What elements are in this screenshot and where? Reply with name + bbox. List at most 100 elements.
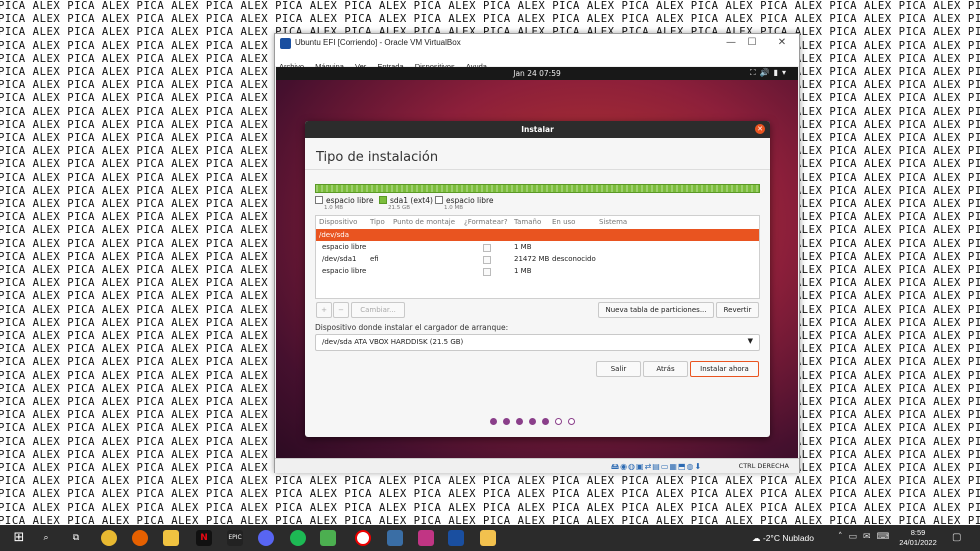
- table-row[interactable]: /dev/sda: [316, 229, 759, 241]
- col-en-uso[interactable]: En uso: [552, 218, 575, 226]
- format-checkbox[interactable]: [483, 256, 491, 264]
- col-formatear[interactable]: ¿Formatear?: [464, 218, 508, 226]
- guest-clock[interactable]: Jan 24 07:59: [276, 69, 798, 78]
- legend-swatch: [315, 196, 323, 204]
- row-used: desconocido: [552, 255, 596, 263]
- virtualbox-titlebar[interactable]: Ubuntu EFI [Corriendo] - Oracle VM Virtu…: [275, 34, 799, 54]
- weather-widget[interactable]: ☁ -2°C Nublado: [752, 533, 814, 544]
- virtualbox-app-icon: [280, 38, 291, 49]
- new-partition-table-button[interactable]: Nueva tabla de particiones...: [598, 302, 714, 318]
- notification-icon[interactable]: ▢: [952, 532, 961, 543]
- legend-swatch: [435, 196, 443, 204]
- task-view-icon[interactable]: ⧉: [68, 530, 84, 546]
- page-title: Tipo de instalación: [316, 150, 439, 165]
- app-icon[interactable]: [387, 530, 403, 546]
- row-size: 1 MB: [514, 267, 532, 275]
- windows-start-icon[interactable]: ⊞: [11, 530, 27, 546]
- cloud-icon: ☁: [752, 533, 763, 543]
- host-key-label: CTRL DERECHA: [738, 462, 789, 470]
- row-type: efi: [370, 255, 379, 263]
- legend-label: espacio libre: [326, 196, 374, 205]
- partition-bar: [315, 184, 760, 193]
- progress-dot: [490, 418, 497, 425]
- guest-screen[interactable]: Jan 24 07:59 ⛶🔊▮▾ Instalar ✕ Tipo de ins…: [276, 67, 798, 458]
- guest-system-tray[interactable]: ⛶🔊▮▾: [750, 68, 790, 78]
- chevron-down-icon: ▼: [747, 337, 753, 345]
- device-status-icons[interactable]: 🖴◉◍▣⇄▤▭▦⬒◍⬇: [611, 461, 702, 475]
- taskbar-time: 8:59: [910, 528, 926, 537]
- close-icon[interactable]: ✕: [755, 124, 765, 134]
- installer-dialog: Instalar ✕ Tipo de instalación espacio l…: [305, 121, 770, 437]
- col-tamano[interactable]: Tamaño: [514, 218, 541, 226]
- virtualbox-statusbar: 🖴◉◍▣⇄▤▭▦⬒◍⬇ CTRL DERECHA: [275, 458, 799, 473]
- taskbar-date: 24/01/2022: [899, 538, 937, 547]
- virtualbox-taskbar-icon[interactable]: [448, 530, 464, 546]
- install-now-button[interactable]: Instalar ahora: [690, 361, 759, 377]
- weather-text: -2°C Nublado: [762, 533, 814, 543]
- row-device: espacio libre: [322, 243, 367, 251]
- file-explorer-icon[interactable]: [163, 530, 179, 546]
- ubuntu-top-bar: Jan 24 07:59 ⛶🔊▮▾: [276, 67, 798, 80]
- progress-dot: [542, 418, 549, 425]
- legend-item-free-1: espacio libre 1.0 MB: [315, 196, 374, 211]
- progress-dot: [503, 418, 510, 425]
- table-row[interactable]: espacio libre 1 MB: [316, 241, 759, 253]
- epic-games-icon[interactable]: EPIC: [227, 530, 243, 546]
- maximize-icon[interactable]: ☐: [742, 36, 762, 50]
- divider: [305, 169, 770, 170]
- legend-swatch: [379, 196, 387, 204]
- wallpaper-text-line: PICA ALEX PICA ALEX PICA ALEX PICA ALEX …: [0, 514, 980, 525]
- progress-dots: [490, 410, 581, 425]
- format-checkbox[interactable]: [483, 268, 491, 276]
- discord-icon[interactable]: [258, 530, 274, 546]
- format-checkbox[interactable]: [483, 244, 491, 252]
- legend-size: 21.5 GB: [388, 205, 411, 211]
- system-tray-icons[interactable]: ˄▭✉⌨: [838, 532, 896, 542]
- bootloader-device-select[interactable]: /dev/sda ATA VBOX HARDDISK (21.5 GB) ▼: [315, 334, 760, 351]
- col-punto-montaje[interactable]: Punto de montaje: [393, 218, 455, 226]
- legend-item-sda1: sda1 (ext4) 21.5 GB: [379, 196, 433, 211]
- partition-table[interactable]: Dispositivo Tipo Punto de montaje ¿Forma…: [315, 215, 760, 299]
- col-sistema[interactable]: Sistema: [599, 218, 627, 226]
- bootloader-label: Dispositivo donde instalar el cargador d…: [315, 323, 509, 332]
- wallpaper-text-line: PICA ALEX PICA ALEX PICA ALEX PICA ALEX …: [0, 0, 980, 12]
- chrome-icon[interactable]: [101, 530, 117, 546]
- row-device: /dev/sda: [319, 231, 349, 239]
- revert-button[interactable]: Revertir: [716, 302, 759, 318]
- spotify-icon[interactable]: [290, 530, 306, 546]
- netflix-icon[interactable]: N: [196, 530, 212, 546]
- wallpaper-text-line: PICA ALEX PICA ALEX PICA ALEX PICA ALEX …: [0, 13, 980, 26]
- wallpaper-text-line: PICA ALEX PICA ALEX PICA ALEX PICA ALEX …: [0, 488, 980, 501]
- search-icon[interactable]: ⌕: [38, 530, 54, 546]
- minimize-icon[interactable]: —: [721, 36, 741, 50]
- wallpaper-text-line: PICA ALEX PICA ALEX PICA ALEX PICA ALEX …: [0, 475, 980, 488]
- remove-partition-button[interactable]: −: [333, 302, 349, 318]
- layers-app-icon[interactable]: [320, 530, 336, 546]
- installer-title: Instalar: [521, 125, 554, 134]
- virtualbox-window[interactable]: Ubuntu EFI [Corriendo] - Oracle VM Virtu…: [274, 33, 800, 473]
- legend-label: espacio libre: [446, 196, 494, 205]
- add-partition-button[interactable]: +: [316, 302, 332, 318]
- quit-button[interactable]: Salir: [596, 361, 641, 377]
- instagram-icon[interactable]: [418, 530, 434, 546]
- opera-icon[interactable]: [355, 530, 371, 546]
- table-row[interactable]: espacio libre 1 MB: [316, 265, 759, 277]
- table-row[interactable]: /dev/sda1 efi 21472 MB desconocido: [316, 253, 759, 265]
- back-button[interactable]: Atrás: [643, 361, 688, 377]
- col-dispositivo[interactable]: Dispositivo: [319, 218, 357, 226]
- legend-size: 1.0 MB: [324, 205, 344, 211]
- paint-app-icon[interactable]: [480, 530, 496, 546]
- windows-taskbar: ⊞ ⌕ ⧉ N EPIC ☁ -2°C Nublado ˄▭✉⌨ 8:59 24…: [0, 525, 980, 551]
- row-size: 21472 MB: [514, 255, 550, 263]
- taskbar-clock[interactable]: 8:59 24/01/2022: [898, 528, 938, 548]
- progress-dot: [568, 418, 575, 425]
- firefox-icon[interactable]: [132, 530, 148, 546]
- col-tipo[interactable]: Tipo: [370, 218, 385, 226]
- legend-item-free-2: espacio libre 1.0 MB: [435, 196, 494, 211]
- close-icon[interactable]: ✕: [772, 36, 792, 50]
- progress-dot: [555, 418, 562, 425]
- installer-header: Instalar ✕: [305, 121, 770, 138]
- wallpaper-text-line: PICA ALEX PICA ALEX PICA ALEX PICA ALEX …: [0, 501, 980, 514]
- change-partition-button[interactable]: Cambiar...: [351, 302, 405, 318]
- virtualbox-menubar: Archivo Máquina Ver Entrada Dispositivos…: [275, 54, 799, 71]
